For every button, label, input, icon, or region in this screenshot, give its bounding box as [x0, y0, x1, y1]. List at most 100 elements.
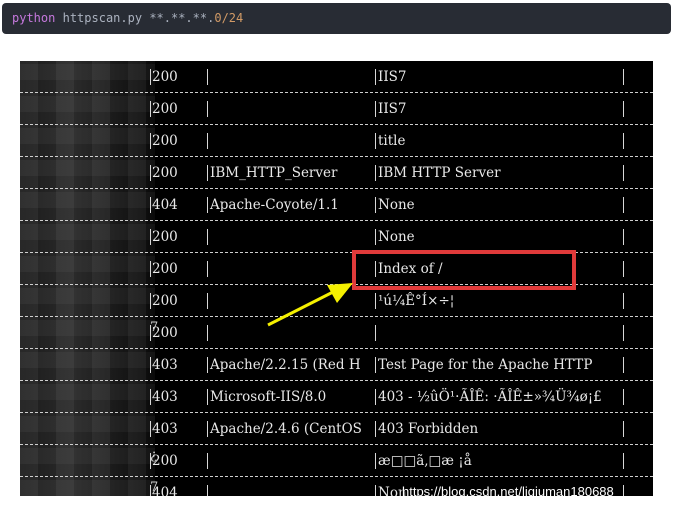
column-separator: [375, 197, 376, 213]
status-cell: 200: [152, 101, 178, 117]
title-cell: IIS7: [378, 69, 407, 85]
row-divider: [20, 124, 653, 125]
column-separator: [375, 229, 376, 245]
column-separator: [375, 293, 376, 309]
column-separator: [150, 229, 151, 245]
column-separator: [375, 325, 376, 341]
title-cell: æ□□ã,□æ ¡å: [378, 453, 472, 469]
status-cell: 404: [152, 197, 178, 213]
column-separator: [623, 357, 624, 373]
column-separator: [150, 101, 151, 117]
column-separator: [623, 165, 624, 181]
column-separator: [207, 101, 208, 117]
edge-fragment: 7: [150, 480, 159, 495]
title-cell: 403 Forbidden: [378, 421, 479, 437]
title-cell: 403 - ½ûÖ¹·ÃÎÊ: ·ÃÎÊ±»¾Ü¾ø¡£: [378, 389, 602, 405]
column-separator: [375, 357, 376, 373]
column-separator: [623, 293, 624, 309]
column-separator: [150, 421, 151, 437]
yellow-arrow-icon: [267, 283, 353, 327]
row-divider: [20, 220, 653, 221]
column-separator: [207, 133, 208, 149]
blurred-ip-column: [20, 61, 155, 496]
edge-fragment: 7: [150, 320, 159, 335]
column-separator: [207, 165, 208, 181]
column-separator: [150, 197, 151, 213]
row-divider: [20, 476, 653, 477]
column-separator: [207, 357, 208, 373]
column-separator: [207, 293, 208, 309]
column-separator: [623, 197, 624, 213]
row-divider: [20, 380, 653, 381]
column-separator: [623, 229, 624, 245]
command-script: httpscan.py: [62, 11, 143, 25]
command-target-masked: **.**.**.: [149, 11, 215, 25]
column-separator: [623, 69, 624, 85]
row-divider: [20, 444, 653, 445]
column-separator: [623, 261, 624, 277]
column-separator: [623, 133, 624, 149]
column-separator: [207, 453, 208, 469]
row-divider: [20, 188, 653, 189]
column-separator: [375, 165, 376, 181]
column-separator: [207, 229, 208, 245]
status-cell: 403: [152, 357, 178, 373]
column-separator: [623, 389, 624, 405]
column-separator: [150, 165, 151, 181]
status-cell: 200: [152, 229, 178, 245]
row-divider: [20, 348, 653, 349]
column-separator: [207, 261, 208, 277]
column-separator: [375, 389, 376, 405]
column-separator: [150, 293, 151, 309]
column-separator: [150, 69, 151, 85]
edge-fragment: ¿: [150, 448, 157, 463]
column-separator: [207, 325, 208, 341]
title-cell: None: [378, 229, 415, 245]
status-cell: 200: [152, 261, 178, 277]
title-cell: ¹ú¼Ê°Í×÷¦: [378, 293, 455, 309]
command-code-block: python httpscan.py **.**.**.0/24: [2, 3, 671, 34]
title-cell: None: [378, 197, 415, 213]
title-cell: title: [378, 133, 406, 149]
column-separator: [375, 69, 376, 85]
column-separator: [375, 133, 376, 149]
status-cell: 200: [152, 69, 178, 85]
watermark: https://blog.csdn.net/liqiuman180688: [402, 484, 614, 496]
status-cell: 403: [152, 389, 178, 405]
title-cell: IBM HTTP Server: [378, 165, 501, 181]
status-cell: 200: [152, 293, 178, 309]
status-cell: 200: [152, 133, 178, 149]
server-cell: IBM_HTTP_Server: [210, 165, 338, 181]
column-separator: [207, 421, 208, 437]
column-separator: [150, 133, 151, 149]
row-divider: [20, 92, 653, 93]
server-cell: Microsoft-IIS/8.0: [210, 389, 327, 405]
column-separator: [375, 421, 376, 437]
column-separator: [623, 485, 624, 496]
column-separator: [375, 453, 376, 469]
column-separator: [207, 69, 208, 85]
column-separator: [150, 389, 151, 405]
status-cell: 403: [152, 421, 178, 437]
terminal-screenshot: 200 IIS7 200 IIS7 200 title 200 IBM_HTTP_Server…: [20, 61, 653, 496]
title-cell: IIS7: [378, 101, 407, 117]
column-separator: [623, 101, 624, 117]
command-keyword: python: [12, 11, 56, 25]
server-cell: Apache/2.4.6 (CentOS: [210, 421, 362, 437]
server-cell: Apache/2.2.15 (Red H: [210, 357, 361, 373]
column-separator: [375, 485, 376, 496]
row-divider: [20, 412, 653, 413]
column-separator: [150, 261, 151, 277]
title-cell: Test Page for the Apache HTTP: [378, 357, 593, 373]
column-separator: [623, 453, 624, 469]
row-divider: [20, 156, 653, 157]
column-separator: [623, 325, 624, 341]
column-separator: [207, 389, 208, 405]
highlight-box: [352, 250, 576, 290]
column-separator: [623, 421, 624, 437]
server-cell: Apache-Coyote/1.1: [210, 197, 339, 213]
column-separator: [207, 197, 208, 213]
column-separator: [207, 485, 208, 496]
command-target-tail: 0/24: [214, 11, 244, 25]
column-separator: [150, 357, 151, 373]
